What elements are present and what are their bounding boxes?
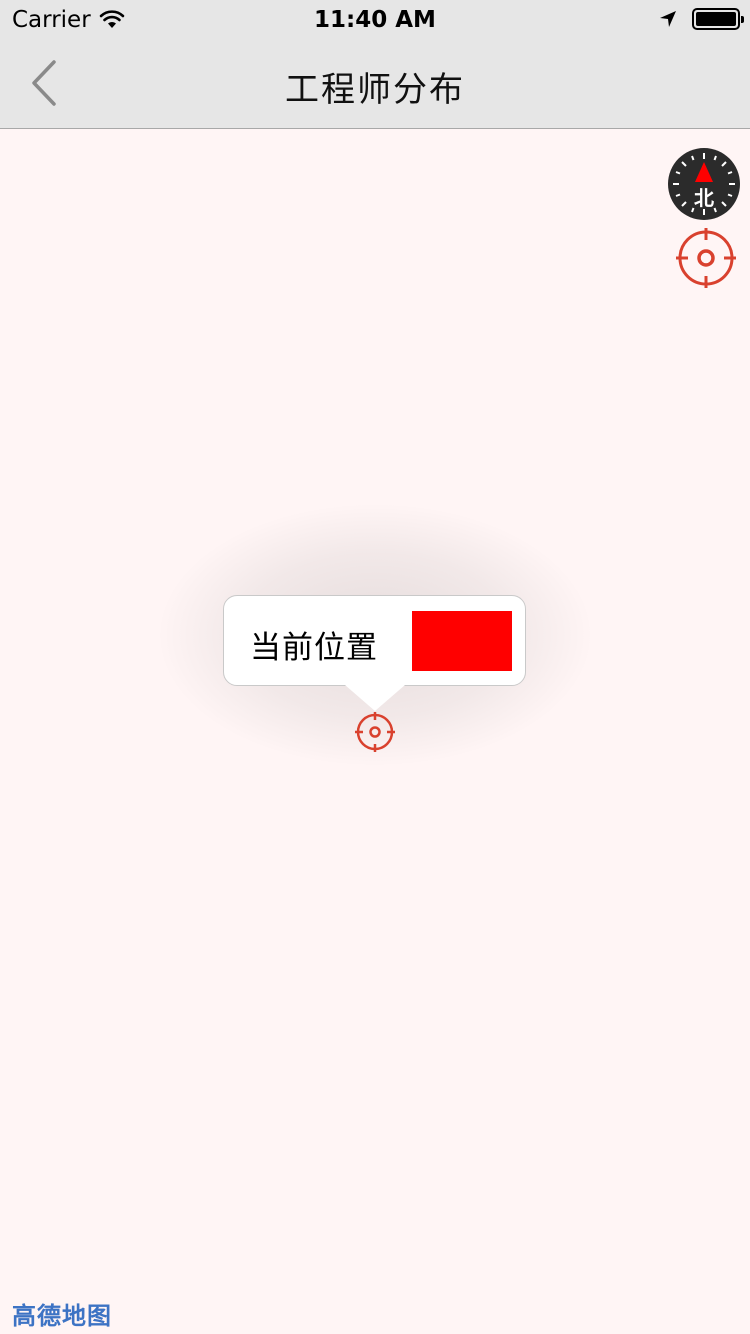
page-title: 工程师分布	[285, 70, 465, 110]
location-arrow-icon	[660, 11, 676, 27]
current-location-callout[interactable]: 当前位置	[223, 595, 526, 686]
crosshair-icon	[676, 228, 736, 288]
callout-pointer	[345, 685, 405, 711]
callout-label: 当前位置	[250, 630, 378, 666]
locate-me-button[interactable]	[674, 226, 738, 290]
status-time: 11:40 AM	[314, 7, 436, 33]
callout-accessory[interactable]	[412, 611, 512, 671]
status-right-group	[658, 8, 744, 30]
location-marker-icon	[355, 712, 395, 752]
status-bar: Carrier 11:40 AM	[0, 0, 750, 40]
current-location-marker[interactable]	[354, 711, 396, 753]
battery-icon	[692, 8, 744, 30]
map-provider-logo: 高德地图	[12, 1302, 112, 1330]
compass-north-label: 北	[694, 186, 714, 210]
navigation-bar: 工程师分布	[0, 40, 750, 129]
compass-button[interactable]: 北	[668, 148, 740, 220]
